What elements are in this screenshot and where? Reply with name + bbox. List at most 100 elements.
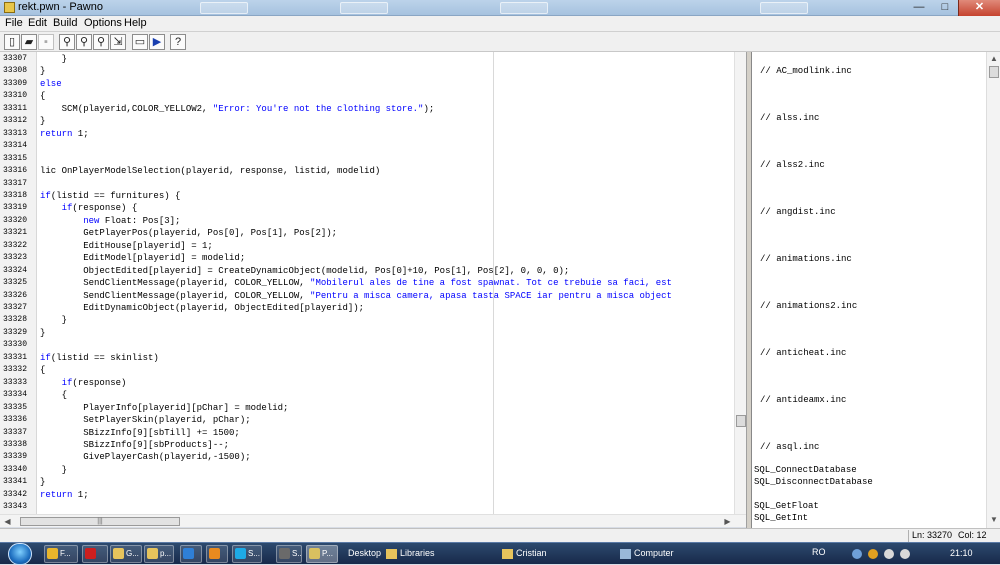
close-button[interactable]: ✕ (958, 0, 1000, 16)
goto-icon[interactable]: ⇲ (110, 34, 126, 50)
function-list-item[interactable]: // antideamx.inc (760, 395, 846, 405)
function-list-item[interactable]: // asql.inc (760, 442, 819, 452)
code-line[interactable]: GivePlayerCash(playerid,-1500); (40, 452, 250, 462)
function-list-panel[interactable]: // AC_modlink.inc // alss.inc // alss2.inc… (751, 52, 1000, 528)
function-list-item[interactable]: // angdist.inc (760, 207, 836, 217)
find-icon[interactable]: ⚲ (59, 34, 75, 50)
taskbar-button[interactable]: p... (144, 545, 174, 563)
taskbar-button[interactable]: S... (276, 545, 302, 563)
find-next-icon[interactable]: ⚲ (76, 34, 92, 50)
code-line[interactable]: return 1; (40, 129, 89, 139)
taskbar-button[interactable]: P... (306, 545, 338, 563)
libraries-toolbar[interactable]: Libraries (386, 548, 435, 559)
function-list-item[interactable]: // alss2.inc (760, 160, 825, 170)
menu-options[interactable]: Options (84, 17, 122, 29)
code-editor[interactable]: 33307 33308 33309 33310 33311 33312 33313 33314… (0, 52, 746, 514)
code-line[interactable]: { (40, 390, 67, 400)
tray-icon[interactable] (852, 549, 862, 559)
code-line[interactable]: } (40, 477, 45, 487)
function-list-item[interactable]: // AC_modlink.inc (760, 66, 852, 76)
code-line[interactable]: if(listid == skinlist) (40, 353, 159, 363)
code-line[interactable]: SBizzInfo[9][sbProducts]--; (40, 440, 229, 450)
code-line[interactable]: if(listid == furnitures) { (40, 191, 180, 201)
code-line[interactable]: if(response) { (40, 203, 138, 213)
line-number: 33315 (3, 153, 28, 163)
tray-icon[interactable] (868, 549, 878, 559)
function-list-item[interactable]: // alss.inc (760, 113, 819, 123)
menu-build[interactable]: Build (53, 17, 77, 29)
maximize-button[interactable]: □ (932, 0, 958, 16)
function-list-item[interactable]: // animations2.inc (760, 301, 857, 311)
editor-vertical-scrollbar[interactable] (734, 52, 746, 514)
code-line[interactable]: { (40, 365, 45, 375)
replace-icon[interactable]: ⚲ (93, 34, 109, 50)
code-line[interactable]: SCM(playerid,COLOR_YELLOW2, "Error: You'… (40, 104, 435, 114)
open-icon[interactable]: ▰ (21, 34, 37, 50)
volume-icon[interactable] (900, 549, 910, 559)
code-line[interactable]: ObjectEdited[playerid] = CreateDynamicOb… (40, 266, 569, 276)
scroll-down-arrow-icon[interactable]: ▼ (988, 514, 1000, 526)
code-line[interactable]: } (40, 54, 67, 64)
new-icon[interactable]: ▯ (4, 34, 20, 50)
desktop-toolbar[interactable]: Desktop (348, 548, 381, 558)
compile-options-icon[interactable]: ▭ (132, 34, 148, 50)
function-list-item[interactable]: SQL_GetInt (754, 513, 808, 523)
function-list-item[interactable]: SQL_DisconnectDatabase (754, 477, 873, 487)
function-list-item[interactable]: SQL_GetFloat (754, 501, 819, 511)
function-list-item[interactable]: // animations.inc (760, 254, 852, 264)
line-number: 33317 (3, 178, 28, 188)
code-line[interactable]: return 1; (40, 490, 89, 500)
line-number: 33316 (3, 166, 28, 176)
code-line[interactable]: new Float: Pos[3]; (40, 216, 180, 226)
taskbar-button[interactable]: F... (44, 545, 78, 563)
save-icon[interactable]: ▪ (38, 34, 54, 50)
menu-help[interactable]: Help (124, 17, 147, 29)
function-list-scroll-thumb[interactable] (989, 66, 999, 78)
taskbar-button[interactable]: G... (110, 545, 142, 563)
user-toolbar[interactable]: Cristian (502, 548, 547, 559)
help-icon[interactable]: ? (170, 34, 186, 50)
code-line[interactable]: if(response) (40, 378, 127, 388)
code-line[interactable]: SetPlayerSkin(playerid, pChar); (40, 415, 250, 425)
compile-icon[interactable]: ▶ (149, 34, 165, 50)
code-line[interactable]: SBizzInfo[9][sbTill] += 1500; (40, 428, 240, 438)
code-line[interactable]: lic OnPlayerModelSelection(playerid, res… (40, 166, 380, 176)
editor-vertical-scroll-thumb[interactable] (736, 415, 746, 427)
function-list-scrollbar[interactable]: ▲ ▼ (986, 52, 1000, 528)
code-line[interactable]: { (40, 91, 45, 101)
taskbar-button[interactable]: S... (232, 545, 262, 563)
code-line[interactable]: } (40, 328, 45, 338)
taskbar-button[interactable] (180, 545, 202, 563)
scroll-left-arrow-icon[interactable]: ◀ (2, 516, 13, 527)
function-list-item[interactable]: SQL_ConnectDatabase (754, 465, 857, 475)
taskbar-button[interactable] (82, 545, 108, 563)
code-line[interactable]: SendClientMessage(playerid, COLOR_YELLOW… (40, 278, 672, 288)
code-line[interactable]: } (40, 315, 67, 325)
editor-horizontal-scrollbar[interactable]: ◀ ||| ▶ (0, 514, 746, 527)
scroll-right-arrow-icon[interactable]: ▶ (722, 516, 733, 527)
code-line[interactable]: } (40, 66, 45, 76)
minimize-button[interactable]: — (906, 0, 932, 16)
code-line[interactable]: } (40, 465, 67, 475)
network-icon[interactable] (884, 549, 894, 559)
clock[interactable]: 21:10 (950, 548, 973, 558)
function-list-item[interactable]: // anticheat.inc (760, 348, 846, 358)
menu-edit[interactable]: Edit (28, 17, 47, 29)
user-folder-icon (502, 548, 513, 559)
code-line[interactable]: EditHouse[playerid] = 1; (40, 241, 213, 251)
code-line[interactable]: EditDynamicObject(playerid, ObjectEdited… (40, 303, 364, 313)
code-line[interactable]: else (40, 79, 62, 89)
editor-horizontal-scroll-thumb[interactable]: ||| (20, 517, 180, 526)
computer-toolbar[interactable]: Computer (620, 548, 674, 559)
menu-file[interactable]: File (5, 17, 23, 29)
code-line[interactable]: PlayerInfo[playerid][pChar] = modelid; (40, 403, 288, 413)
code-line[interactable]: SendClientMessage(playerid, COLOR_YELLOW… (40, 291, 672, 301)
start-button[interactable] (8, 543, 32, 565)
code-line[interactable]: GetPlayerPos(playerid, Pos[0], Pos[1], P… (40, 228, 337, 238)
scroll-up-arrow-icon[interactable]: ▲ (988, 53, 1000, 65)
taskbar-button[interactable] (206, 545, 228, 563)
language-indicator[interactable]: RO (812, 547, 826, 557)
code-line[interactable]: EditModel[playerid] = modelid; (40, 253, 245, 263)
code-line[interactable]: } (40, 116, 45, 126)
code-area[interactable]: }} else { SCM(playerid,COLOR_YELLOW2, "Err… (40, 52, 734, 514)
